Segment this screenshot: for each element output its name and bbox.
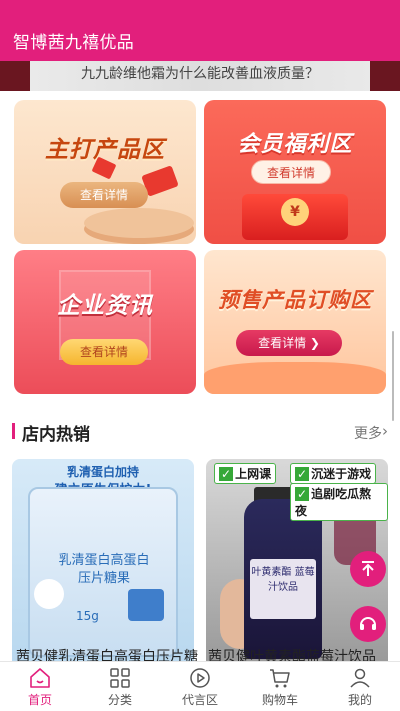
coin-stack-decoration — [84, 208, 194, 238]
check-icon: ✓ — [219, 467, 234, 481]
tab-label: 代言区 — [181, 693, 218, 707]
product-tagline: 乳清蛋白加持 — [66, 465, 139, 479]
bottle-label-text: 叶黄素酯 蓝莓汁饮品 — [251, 567, 315, 593]
card-title: 预售产品订购区 — [218, 288, 372, 312]
view-details-button[interactable]: 查看详情 — [251, 160, 331, 184]
news-banner[interactable]: 九九龄维他霜为什么能改善血液质量？ — [0, 61, 400, 91]
customer-service-button[interactable] — [350, 606, 386, 642]
view-details-button[interactable]: 查看详情 — [60, 339, 148, 365]
headset-icon — [360, 617, 376, 630]
hot-sales-header: 店内热销 更多 › — [12, 420, 388, 445]
bear-mascot-icon — [34, 579, 64, 609]
tab-label: 首页 — [27, 693, 52, 707]
arrow-up-icon — [362, 561, 374, 576]
card-title: 会员福利区 — [237, 132, 353, 157]
chevron-right-icon[interactable]: › — [382, 422, 388, 440]
card-presale-order[interactable]: 预售产品订购区 查看详情 ❯ — [204, 250, 386, 394]
card-title: 企业资讯 — [57, 293, 153, 319]
card-member-benefits[interactable]: ¥ 会员福利区 查看详情 — [204, 100, 386, 244]
check-icon: ✓ — [295, 487, 310, 501]
tab-label: 我的 — [347, 693, 372, 707]
product-title[interactable]: 茜贝健叶黄素酯蓝莓汁饮品 — [208, 648, 390, 662]
check-badge: ✓ 沉迷于游戏 — [290, 463, 377, 484]
banner-text: 九九龄维他霜为什么能改善血液质量？ — [81, 66, 319, 82]
cart-icon — [270, 669, 290, 688]
section-title: 店内热销 — [22, 425, 90, 445]
play-icon — [190, 668, 210, 688]
product-card[interactable]: 乳清蛋白加持 建立原生保护力! 乳清蛋白高蛋白 压片糖果 15g — [12, 459, 194, 661]
grid-icon — [110, 668, 130, 688]
section-accent-bar — [12, 423, 15, 439]
product-title[interactable]: 茜贝健乳清蛋白高蛋白压片糖果 — [16, 648, 198, 662]
app-title: 智博茜九禧优品 — [13, 33, 135, 53]
back-to-top-button[interactable] — [350, 551, 386, 587]
card-title: 主打产品区 — [45, 137, 165, 163]
tab-mine[interactable]: 我的 — [320, 662, 400, 711]
check-icon: ✓ — [295, 467, 310, 481]
card-main-products[interactable]: 主打产品区 查看详情 — [14, 100, 196, 244]
tab-category[interactable]: 分类 — [80, 662, 160, 711]
app-header: 智博茜九禧优品 — [0, 0, 400, 61]
cloud-decoration — [204, 362, 386, 394]
home-icon — [30, 668, 50, 688]
product-weight: 15g — [76, 609, 99, 623]
check-badge: ✓ 追剧吃瓜熬夜 — [290, 483, 388, 521]
shield-badge-icon — [128, 589, 164, 621]
view-details-button[interactable]: 查看详情 — [60, 182, 148, 208]
scrollbar[interactable] — [392, 331, 394, 421]
tab-label: 购物车 — [261, 693, 298, 707]
check-badge: ✓ 上网课 — [214, 463, 277, 484]
tab-label: 分类 — [107, 693, 132, 707]
card-company-news[interactable]: 企业资讯 查看详情 — [14, 250, 196, 394]
home-content: 主打产品区 查看详情 ¥ 会员福利区 查看详情 企业资讯 查看详情 预售产品订购… — [0, 91, 400, 662]
tab-home[interactable]: 首页 — [0, 662, 80, 711]
tab-endorsement[interactable]: 代言区 — [160, 662, 240, 711]
product-pack-name: 乳清蛋白高蛋白 — [58, 553, 150, 568]
tab-cart[interactable]: 购物车 — [240, 662, 320, 711]
user-icon — [350, 668, 370, 688]
bottom-tab-bar: 首页 分类 代言区 购物车 我的 — [0, 661, 400, 711]
more-link[interactable]: 更多 — [354, 423, 382, 443]
view-details-button[interactable]: 查看详情 ❯ — [236, 330, 342, 356]
yen-coin-icon: ¥ — [281, 198, 309, 226]
